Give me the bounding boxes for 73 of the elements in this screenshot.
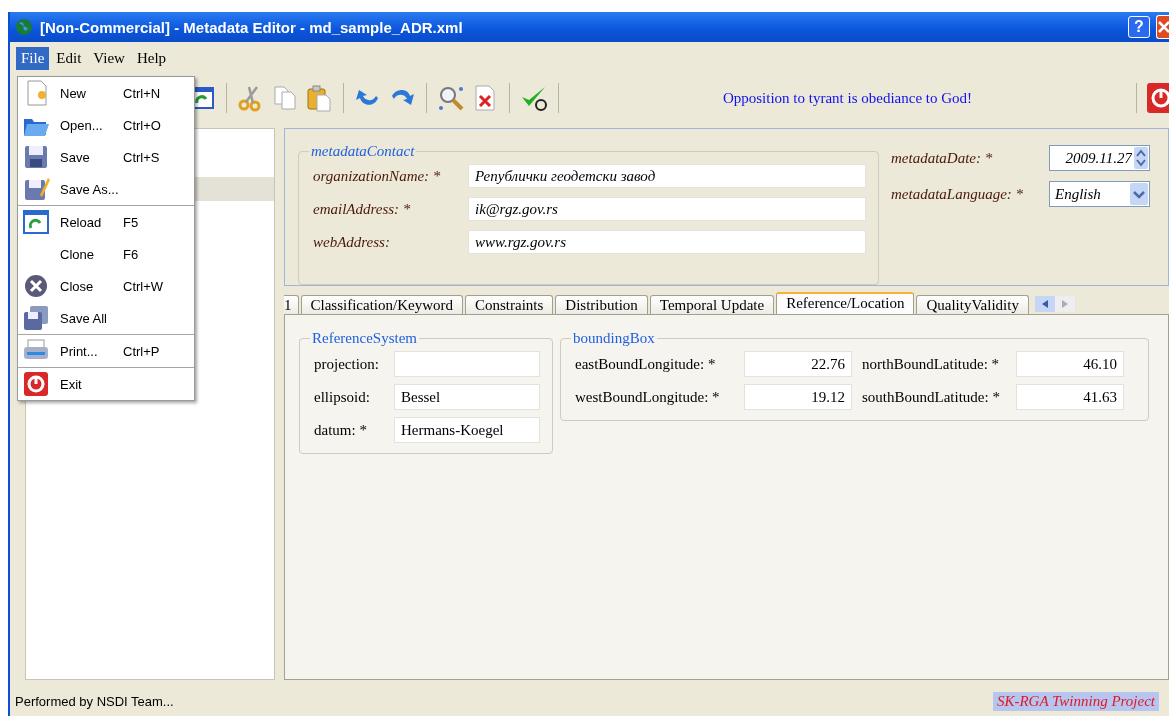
field-label: ellipsoid: (314, 388, 371, 406)
shortcut-text: Ctrl+W (123, 278, 164, 294)
field-label: webAddress: (313, 233, 391, 251)
shortcut-text: F6 (123, 246, 139, 262)
menu-item[interactable]: File (16, 46, 50, 70)
tab[interactable]: 1 (284, 295, 299, 314)
language-dropdown[interactable]: English (1049, 181, 1150, 207)
shortcut-text: Ctrl+N (123, 85, 161, 101)
field-label: southBoundLatitude: * (861, 388, 1001, 406)
menu-item[interactable]: Help (131, 46, 172, 70)
status-text: Performed by NSDI Team... (15, 693, 174, 709)
field-label: emailAddress: * (313, 200, 412, 218)
close-button[interactable] (1156, 15, 1169, 39)
input-field[interactable]: 41.63 (1016, 384, 1124, 410)
menu-entry[interactable]: Save As... (60, 181, 123, 197)
reload-icon (21, 208, 51, 236)
motto-text: Opposition to tyrant is obediance to God! (721, 89, 974, 107)
tab[interactable]: Distribution (555, 295, 648, 314)
globe-icon (14, 17, 34, 37)
input-field[interactable]: Републички геодетски завод (468, 164, 866, 188)
tab[interactable]: Reference/Location (776, 292, 915, 314)
input-field[interactable]: Bessel (394, 384, 540, 410)
field-label: projection: (314, 355, 380, 373)
field-label: metadataDate: * (891, 149, 994, 167)
tab[interactable]: Classification/Keyword (300, 295, 463, 314)
field-label: metadataLanguage: * (891, 185, 1025, 203)
floppy-disks-icon (21, 304, 51, 332)
field-label: westBoundLongitude: * (575, 388, 721, 406)
menu-entry[interactable]: New (60, 85, 123, 101)
chevron-down-icon (1130, 183, 1148, 205)
input-field[interactable]: 22.76 (744, 351, 852, 377)
shortcut-text: F5 (123, 214, 139, 230)
menu-entry[interactable]: Clone (60, 246, 123, 262)
menu-entry[interactable]: Exit (60, 376, 123, 392)
help-button[interactable]: ? (1128, 16, 1150, 38)
tab[interactable]: QualityValidity (916, 295, 1029, 314)
menu-entry[interactable]: Save (60, 149, 123, 165)
tab-scroll-arrows-icon[interactable] (1034, 296, 1075, 312)
group-title: ReferenceSystem (311, 330, 418, 347)
input-field[interactable]: 19.12 (744, 384, 852, 410)
menu-entry[interactable]: Print... (60, 343, 123, 359)
input-field[interactable]: Hermans-Koegel (394, 417, 540, 443)
shortcut-text: Ctrl+O (123, 117, 161, 133)
menu-item[interactable]: Edit (51, 46, 87, 70)
group-title: metadataContact (310, 143, 416, 160)
power-button[interactable] (1147, 83, 1169, 113)
exit-icon (21, 370, 51, 398)
search-icon[interactable] (437, 84, 465, 112)
paste-icon[interactable] (305, 84, 333, 112)
menu-entry[interactable]: Save All (60, 310, 123, 326)
spinner-icon[interactable] (1134, 147, 1148, 169)
field-label: eastBoundLongitude: * (575, 355, 717, 373)
input-field[interactable] (394, 351, 540, 377)
input-field[interactable]: ik@rgz.gov.rs (468, 197, 866, 221)
field-label: northBoundLatitude: * (861, 355, 1001, 373)
shortcut-text: Ctrl+S (123, 149, 160, 165)
input-field[interactable]: www.rgz.gov.rs (468, 230, 866, 254)
tab[interactable]: Constraints (465, 295, 554, 314)
project-label: SK-RGA Twinning Project (992, 691, 1159, 711)
date-input[interactable]: 2009.11.27 (1050, 149, 1134, 167)
input-field[interactable]: 46.10 (1016, 351, 1124, 377)
spin-box[interactable]: 2009.11.27 (1049, 145, 1150, 171)
field-label: datum: * (314, 421, 368, 439)
field-label: organizationName: * (313, 167, 442, 185)
menu-entry[interactable]: Open... (60, 117, 123, 133)
menu-entry[interactable]: Close (60, 278, 123, 294)
menu-entry[interactable]: Reload (60, 214, 123, 230)
group-title: boundingBox (572, 330, 656, 347)
close-icon (1157, 20, 1169, 34)
menu-item[interactable]: View (88, 46, 130, 70)
tab[interactable]: Temporal Update (649, 295, 775, 314)
shortcut-text: Ctrl+P (123, 343, 160, 359)
window-title: [Non-Commercial] - Metadata Editor - md_sample_ADR.xml (40, 18, 464, 36)
